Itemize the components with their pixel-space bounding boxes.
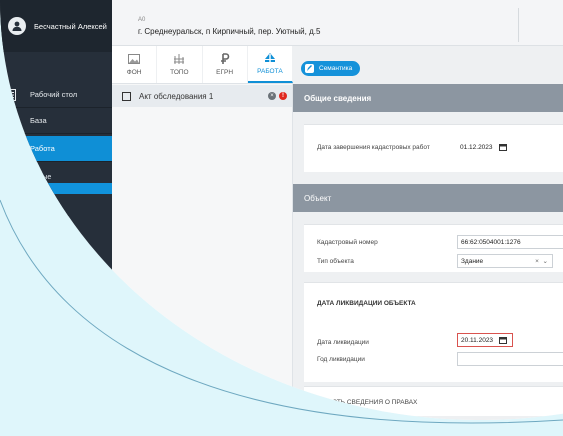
sidebar-item-label: Работа [30,144,55,153]
sidebar-item-desktop[interactable]: Рабочий стол [0,82,112,108]
rights-label: ЕСТЬ СВЕДЕНИЯ О ПРАВАХ [328,399,418,406]
object-type-select[interactable]: Здание × ⌄ [457,254,553,268]
close-icon[interactable]: × [268,92,276,100]
liquidation-year-label: Год ликвидации [317,356,365,363]
header-small-label: А0 [138,17,146,23]
liquidation-year-field[interactable] [457,352,563,366]
sidebar-item-label: База [30,116,47,125]
clear-icon[interactable]: × [535,258,539,265]
calendar-icon[interactable] [498,143,507,151]
avatar [8,17,26,35]
semantics-button[interactable]: Семантика [301,61,361,76]
edit-icon [305,64,314,73]
tab-topo[interactable]: ТОПО [157,46,203,83]
calendar-icon[interactable] [499,336,508,344]
rights-checkbox[interactable] [317,399,325,407]
sidebar-submenu: ндные данные анты н работы [0,172,112,216]
image-icon [128,53,141,65]
work-layer-icon [264,52,276,64]
liquidation-card: ДАТА ЛИКВИДАЦИИ ОБЪЕКТА Дата ликвидации … [304,282,563,382]
submenu-item-source-data[interactable]: ндные данные [0,172,112,183]
mouse-cursor-icon [367,408,377,420]
section-general-header[interactable]: Общие сведения [293,84,563,112]
user-name: Бесчастный Алексей [34,21,107,31]
sidebar-item-base[interactable]: База [0,108,112,134]
section-object-header[interactable]: Объект [293,184,563,212]
database-icon [6,114,16,127]
completion-date-field[interactable]: 01.12.2023 [457,140,511,154]
object-card: Кадастровый номер 66:62:0504001:1276 Тип… [304,224,563,272]
sidebar: Бесчастный Алексей Рабочий стол База Раб… [0,0,112,420]
liquidation-title: ДАТА ЛИКВИДАЦИИ ОБЪЕКТА [317,300,416,307]
cadastral-number-label: Кадастровый номер [317,239,378,246]
sidebar-item-work[interactable]: Работа [0,136,112,162]
tab-background[interactable]: ФОН [112,46,158,83]
app-window: Бесчастный Алексей Рабочий стол База Раб… [0,0,563,420]
work-icon [6,143,16,155]
tab-work[interactable]: РАБОТА [247,46,293,83]
general-card: Дата завершения кадастровых работ 01.12.… [304,124,563,172]
main-panel: Семантика Общие сведения Дата завершения… [293,46,563,420]
header-divider [518,8,519,42]
document-title: Акт обследования 1 [139,91,214,101]
chevron-down-icon[interactable]: ⌄ [543,258,548,265]
object-type-label: Тип объекта [317,258,354,265]
egrn-icon [220,53,230,65]
list-item[interactable]: Акт обследования 1 × ! [112,85,292,107]
layer-tabs: ФОН ТОПО ЕГРН РАБОТА [112,46,293,84]
completion-date-label: Дата завершения кадастровых работ [317,144,430,151]
user-icon [12,21,22,31]
submenu-item-plan[interactable]: н [0,194,112,205]
header: А0 г. Среднеуральск, п Кирпичный, пер. У… [112,0,563,46]
warning-icon: ! [279,92,287,100]
liquidation-date-field[interactable]: 20.11.2023 [457,333,513,347]
object-address: г. Среднеуральск, п Кирпичный, пер. Уютн… [138,27,321,36]
cadastral-number-field[interactable]: 66:62:0504001:1276 [457,235,563,249]
document-icon [122,91,131,101]
topo-icon [173,53,185,65]
user-panel[interactable]: Бесчастный Алексей [0,0,112,52]
tab-egrn[interactable]: ЕГРН [203,46,248,83]
rights-card: ЕСТЬ СВЕДЕНИЯ О ПРАВАХ [304,386,563,416]
sidebar-item-label: Рабочий стол [30,90,78,99]
desktop-icon [6,88,16,101]
submenu-item-objects[interactable]: анты [0,183,112,194]
submenu-item-works[interactable]: работы [0,205,112,216]
document-list: Акт обследования 1 × ! [112,84,293,420]
sidebar-nav: Рабочий стол База Работа ндные данные ан… [0,82,112,216]
liquidation-date-label: Дата ликвидации [317,339,369,346]
